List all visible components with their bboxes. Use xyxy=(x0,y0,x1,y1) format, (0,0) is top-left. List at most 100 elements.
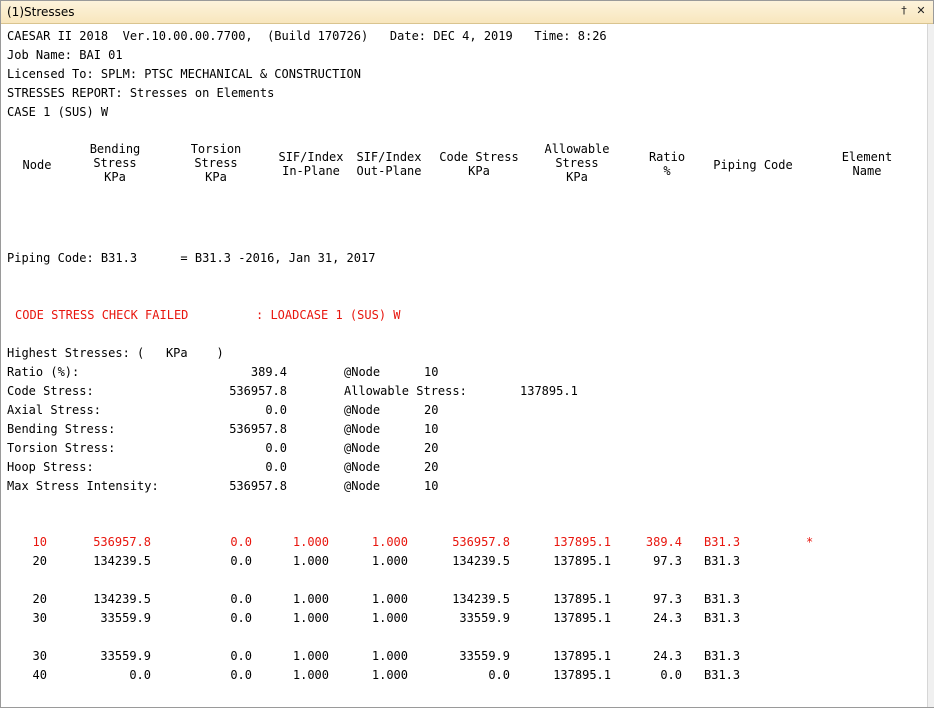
highest-row-value: 536957.8 xyxy=(229,384,287,398)
cell-bending: 0.0 xyxy=(129,668,151,682)
cell-node: 30 xyxy=(32,649,47,663)
cell-piping: B31.3 xyxy=(704,535,741,549)
cell-allow: 137895.1 xyxy=(553,535,611,549)
title-bar[interactable]: (1)Stresses † ✕ xyxy=(1,1,933,24)
cell-node: 20 xyxy=(32,592,47,606)
cell-piping: B31.3 xyxy=(704,649,741,663)
cell-sif-out: 1.000 xyxy=(371,668,408,682)
highest-row-node-label: Allowable Stress: xyxy=(344,384,467,398)
cell-node: 30 xyxy=(32,611,47,625)
cell-piping: B31.3 xyxy=(704,668,741,682)
cell-piping: B31.3 xyxy=(704,611,741,625)
column-header-bending: Bending Stress KPa xyxy=(89,142,141,184)
highest-row-node-label: @Node xyxy=(344,441,381,455)
column-header-torsion: Torsion Stress KPa xyxy=(190,142,242,184)
check-failed-label: CODE STRESS CHECK FAILED xyxy=(15,308,189,322)
cell-code: 33559.9 xyxy=(459,611,510,625)
report-header-case: CASE 1 (SUS) W xyxy=(7,105,109,119)
cell-code: 134239.5 xyxy=(452,592,510,606)
cell-bending: 134239.5 xyxy=(93,554,151,568)
highest-row-node-label: @Node xyxy=(344,460,381,474)
vertical-scrollbar[interactable] xyxy=(927,24,934,707)
window-title: (1)Stresses xyxy=(7,5,75,19)
stresses-window: (1)Stresses † ✕ CAESAR II 2018 Ver.10.00… xyxy=(0,0,934,708)
cell-code: 134239.5 xyxy=(452,554,510,568)
report-header-type: STRESSES REPORT: Stresses on Elements xyxy=(7,86,275,100)
cell-bending: 33559.9 xyxy=(100,649,151,663)
highest-row-value: 536957.8 xyxy=(229,422,287,436)
cell-sif-in: 1.000 xyxy=(292,554,329,568)
cell-ratio: 24.3 xyxy=(653,611,682,625)
cell-ratio: 97.3 xyxy=(653,592,682,606)
cell-piping: B31.3 xyxy=(704,554,741,568)
cell-sif-in: 1.000 xyxy=(292,611,329,625)
cell-sif-in: 1.000 xyxy=(292,592,329,606)
report-header-version: CAESAR II 2018 Ver.10.00.00.7700, (Build… xyxy=(7,29,607,43)
cell-sif-out: 1.000 xyxy=(371,592,408,606)
highest-row-node: 10 xyxy=(424,422,439,436)
highest-row-value: 536957.8 xyxy=(229,479,287,493)
cell-code: 33559.9 xyxy=(459,649,510,663)
column-header-allowable: Allowable Stress KPa xyxy=(544,142,610,184)
cell-sif-out: 1.000 xyxy=(371,649,408,663)
check-failed-loadcase: : LOADCASE 1 (SUS) W xyxy=(256,308,401,322)
highest-row-value: 0.0 xyxy=(265,441,287,455)
cell-code: 0.0 xyxy=(488,668,510,682)
cell-code: 536957.8 xyxy=(452,535,510,549)
stress-report: CAESAR II 2018 Ver.10.00.00.7700, (Build… xyxy=(1,24,927,707)
cell-sif-out: 1.000 xyxy=(371,535,408,549)
cell-torsion: 0.0 xyxy=(230,649,252,663)
highest-row-label: Hoop Stress: xyxy=(7,460,94,474)
cell-piping: B31.3 xyxy=(704,592,741,606)
cell-sif-out: 1.000 xyxy=(371,611,408,625)
highest-row-label: Bending Stress: xyxy=(7,422,116,436)
column-header-sif-in: SIF/Index In-Plane xyxy=(278,150,344,178)
cell-allow: 137895.1 xyxy=(553,611,611,625)
highest-row-node: 20 xyxy=(424,460,439,474)
cell-ratio: 389.4 xyxy=(645,535,682,549)
pin-icon[interactable]: † xyxy=(897,4,911,18)
close-icon[interactable]: ✕ xyxy=(914,4,928,18)
cell-flag: * xyxy=(806,535,814,549)
highest-row-value: 0.0 xyxy=(265,403,287,417)
highest-row-node: 20 xyxy=(424,403,439,417)
highest-stresses-title: Highest Stresses: ( KPa ) xyxy=(7,346,224,360)
highest-row-node-label: @Node xyxy=(344,422,381,436)
highest-row-node-label: @Node xyxy=(344,479,381,493)
highest-row-value: 389.4 xyxy=(250,365,287,379)
cell-sif-in: 1.000 xyxy=(292,668,329,682)
cell-node: 40 xyxy=(32,668,47,682)
highest-row-node: 10 xyxy=(424,365,439,379)
highest-row-node: 10 xyxy=(424,479,439,493)
highest-row-node: 137895.1 xyxy=(520,384,578,398)
column-header-node: Node xyxy=(22,158,52,172)
highest-row-node-label: @Node xyxy=(344,403,381,417)
cell-sif-in: 1.000 xyxy=(292,535,329,549)
cell-ratio: 97.3 xyxy=(653,554,682,568)
cell-ratio: 24.3 xyxy=(653,649,682,663)
highest-row-node: 20 xyxy=(424,441,439,455)
cell-ratio: 0.0 xyxy=(660,668,682,682)
cell-node: 20 xyxy=(32,554,47,568)
cell-bending: 33559.9 xyxy=(100,611,151,625)
piping-code-line: Piping Code: B31.3 = B31.3 -2016, Jan 31… xyxy=(7,251,376,265)
highest-row-label: Axial Stress: xyxy=(7,403,101,417)
cell-torsion: 0.0 xyxy=(230,611,252,625)
column-header-sif-out: SIF/Index Out-Plane xyxy=(356,150,422,178)
column-header-element-name: Element Name xyxy=(841,150,893,178)
cell-sif-out: 1.000 xyxy=(371,554,408,568)
highest-row-label: Max Stress Intensity: xyxy=(7,479,159,493)
cell-torsion: 0.0 xyxy=(230,554,252,568)
cell-bending: 134239.5 xyxy=(93,592,151,606)
cell-allow: 137895.1 xyxy=(553,668,611,682)
highest-row-label: Ratio (%): xyxy=(7,365,80,379)
column-header-code-stress: Code Stress KPa xyxy=(439,150,519,178)
cell-torsion: 0.0 xyxy=(230,535,252,549)
cell-bending: 536957.8 xyxy=(93,535,151,549)
column-header-piping-code: Piping Code xyxy=(713,158,793,172)
highest-row-node-label: @Node xyxy=(344,365,381,379)
cell-torsion: 0.0 xyxy=(230,668,252,682)
cell-allow: 137895.1 xyxy=(553,554,611,568)
cell-node: 10 xyxy=(32,535,47,549)
column-header-ratio: Ratio % xyxy=(648,150,686,178)
